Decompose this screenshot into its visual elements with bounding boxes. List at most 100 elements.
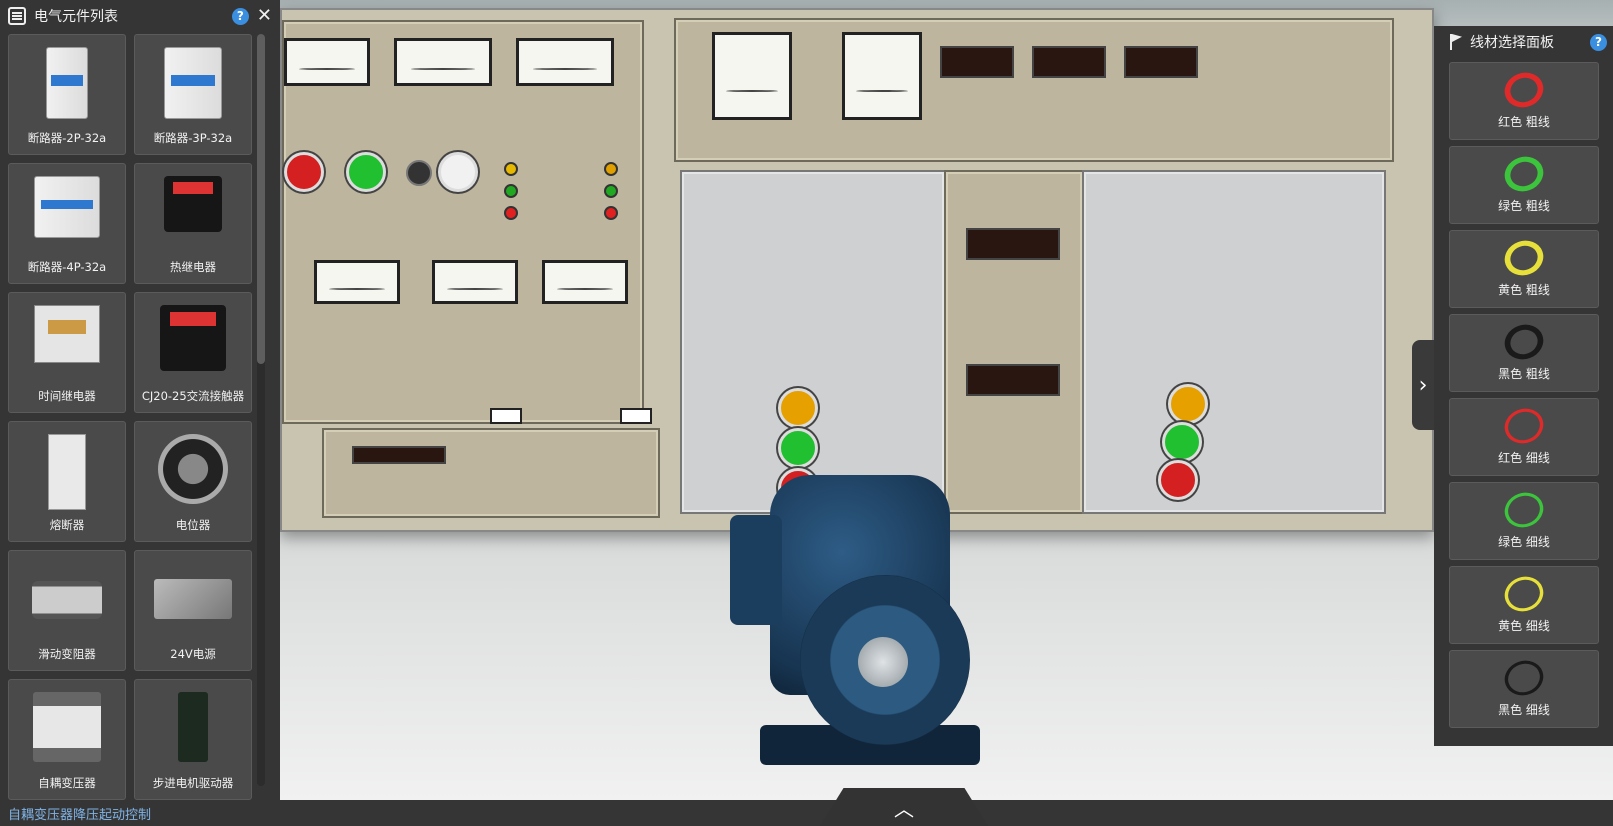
component-breaker-2p[interactable]: 断路器-2P-32a (8, 34, 126, 155)
induction-motor[interactable] (730, 455, 1000, 775)
wire-panel-collapse-button[interactable]: › (1412, 340, 1434, 430)
component-label: 断路器-4P-32a (27, 260, 107, 274)
wire-option[interactable]: 红色 细线 (1449, 398, 1599, 476)
wire-option[interactable]: 黑色 粗线 (1449, 314, 1599, 392)
component-label: 自耦变压器 (38, 776, 96, 790)
indicator-lamp[interactable] (778, 388, 818, 428)
component-stepper-driver[interactable]: 步进电机驱动器 (134, 679, 252, 800)
experiment-title: 自耦变压器降压起动控制 (8, 808, 152, 823)
component-fuse[interactable]: 熔断器 (8, 421, 126, 542)
stop-button[interactable] (284, 152, 324, 192)
status-bar: 自耦变压器降压起动控制 (0, 800, 1613, 826)
component-potentiometer[interactable]: 电位器 (134, 421, 252, 542)
jack[interactable] (504, 162, 518, 176)
breaker-3p-icon (164, 47, 222, 119)
jack[interactable] (604, 184, 618, 198)
toggle-switch[interactable] (490, 408, 522, 424)
help-icon[interactable]: ? (1590, 33, 1607, 51)
wire-coil-icon (1499, 67, 1549, 113)
logic-control-panel (322, 428, 660, 518)
component-label: CJ20-25交流接触器 (141, 389, 245, 403)
wire-option[interactable]: 黄色 粗线 (1449, 230, 1599, 308)
display (966, 228, 1060, 260)
power-switch[interactable] (438, 152, 478, 192)
component-time-relay[interactable]: 时间继电器 (8, 292, 126, 413)
voltmeter (542, 260, 628, 304)
dc-milliammeter-display (1032, 46, 1106, 78)
wire-label: 黑色 粗线 (1498, 367, 1550, 381)
component-label: 步进电机驱动器 (152, 776, 234, 790)
voltmeter (516, 38, 614, 86)
component-list-title: 电气元件列表 (34, 9, 118, 25)
wire-label: 红色 粗线 (1498, 115, 1550, 129)
component-list-panel: 电气元件列表 ? ✕ 断路器-2P-32a 断路器-3P-32a 断路器-4P-… (0, 0, 280, 800)
selector-knob[interactable] (406, 160, 432, 186)
wire-coil-icon (1499, 487, 1549, 533)
indicator-lamp[interactable] (1162, 422, 1202, 462)
list-icon (8, 7, 26, 25)
wire-coil-icon (1499, 319, 1549, 365)
stepper-driver-icon (178, 692, 208, 762)
wire-option[interactable]: 黑色 细线 (1449, 650, 1599, 728)
scrollbar-thumb[interactable] (257, 34, 265, 364)
wire-list: 红色 粗线绿色 粗线黄色 粗线黑色 粗线红色 细线绿色 细线黄色 细线黑色 细线 (1449, 62, 1599, 734)
wire-label: 绿色 细线 (1498, 535, 1550, 549)
jack[interactable] (604, 162, 618, 176)
help-icon[interactable]: ? (231, 7, 249, 25)
wire-option[interactable]: 黄色 细线 (1449, 566, 1599, 644)
wire-option[interactable]: 绿色 粗线 (1449, 146, 1599, 224)
component-label: 滑动变阻器 (38, 647, 96, 661)
component-ac-contactor[interactable]: CJ20-25交流接触器 (134, 292, 252, 413)
bottom-panel-expand-button[interactable]: ︿ (820, 788, 988, 826)
wire-panel-header: 线材选择面板 ? (1434, 26, 1613, 58)
autotransformer-icon (33, 692, 101, 762)
component-breaker-4p[interactable]: 断路器-4P-32a (8, 163, 126, 284)
wire-coil-icon (1499, 235, 1549, 281)
voltmeter (284, 38, 370, 86)
wire-option[interactable]: 绿色 细线 (1449, 482, 1599, 560)
fuse-icon (48, 434, 86, 510)
power-control-panel (282, 20, 652, 424)
component-breaker-3p[interactable]: 断路器-3P-32a (134, 34, 252, 155)
wire-label: 黄色 细线 (1498, 619, 1550, 633)
component-power-supply[interactable]: 24V电源 (134, 550, 252, 671)
component-grid: 断路器-2P-32a 断路器-3P-32a 断路器-4P-32a 热继电器 时间… (8, 34, 252, 800)
component-autotransformer[interactable]: 自耦变压器 (8, 679, 126, 800)
start-button[interactable] (346, 152, 386, 192)
flag-icon (1450, 34, 1462, 50)
component-label: 熔断器 (49, 518, 85, 532)
wire-label: 红色 细线 (1498, 451, 1550, 465)
wire-label: 黄色 粗线 (1498, 283, 1550, 297)
component-list-header: 电气元件列表 ? ✕ (0, 0, 280, 32)
time-relay-icon (34, 305, 100, 363)
component-list-scrollbar[interactable] (257, 34, 265, 786)
wire-option[interactable]: 红色 粗线 (1449, 62, 1599, 140)
wire-coil-icon (1499, 151, 1549, 197)
component-label: 电位器 (175, 518, 211, 532)
component-thermal-relay[interactable]: 热继电器 (134, 163, 252, 284)
motor-shaft (858, 637, 908, 687)
jack[interactable] (504, 206, 518, 220)
wire-coil-icon (1499, 655, 1549, 701)
indicator-lamp[interactable] (1158, 460, 1198, 500)
display (966, 364, 1060, 396)
jack[interactable] (604, 206, 618, 220)
jack[interactable] (504, 184, 518, 198)
experiment-bench (280, 8, 1434, 532)
close-icon[interactable]: ✕ (257, 7, 272, 25)
component-label: 时间继电器 (38, 389, 96, 403)
indicator-lamp[interactable] (1168, 384, 1208, 424)
component-rheostat[interactable]: 滑动变阻器 (8, 550, 126, 671)
motor-terminal-box[interactable] (730, 515, 782, 625)
voltmeter (394, 38, 492, 86)
ac-contactor-icon (160, 305, 226, 371)
dc-ammeter-display (1124, 46, 1198, 78)
instrument-panel (674, 18, 1394, 162)
toggle-switch[interactable] (620, 408, 652, 424)
wire-coil-icon (1499, 403, 1549, 449)
ammeter (432, 260, 518, 304)
wire-label: 绿色 粗线 (1498, 199, 1550, 213)
chevron-up-icon: ︿ (894, 796, 914, 821)
ammeter (314, 260, 400, 304)
component-label: 24V电源 (170, 647, 216, 661)
